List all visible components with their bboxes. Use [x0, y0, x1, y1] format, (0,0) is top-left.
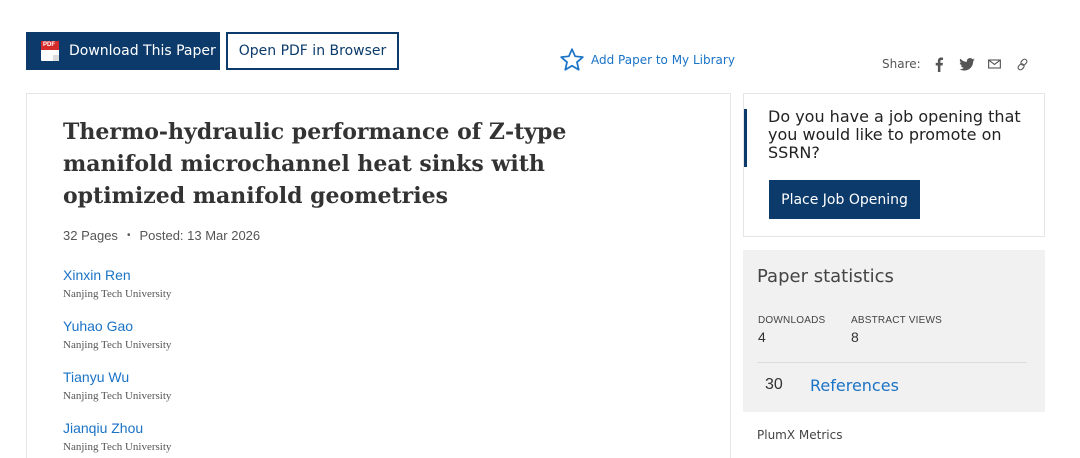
author-affiliation: Nanjing Tech University	[63, 390, 172, 402]
place-job-button[interactable]: Place Job Opening	[769, 180, 920, 219]
abstract-views-label: ABSTRACT VIEWS	[851, 315, 942, 326]
share-bar: Share:	[882, 56, 1043, 72]
download-paper-button[interactable]: PDF Download This Paper	[26, 32, 220, 70]
twitter-icon[interactable]	[958, 56, 975, 72]
paper-card: Thermo-hydraulic performance of Z-type m…	[26, 93, 731, 458]
author-item: Xinxin Ren Nanjing Tech University	[63, 267, 171, 318]
paper-statistics-card: Paper statistics DOWNLOADS 4 ABSTRACT VI…	[743, 250, 1045, 412]
author-name-link[interactable]: Yuhao Gao	[63, 318, 171, 335]
downloads-label: DOWNLOADS	[758, 315, 826, 326]
author-list: Xinxin Ren Nanjing Tech University Yuhao…	[63, 267, 171, 458]
download-paper-label: Download This Paper	[69, 43, 216, 59]
plumx-metrics-label: PlumX Metrics	[757, 428, 843, 442]
posted-date: Posted: 13 Mar 2026	[139, 228, 261, 243]
job-accent-bar	[744, 109, 747, 167]
author-affiliation: Nanjing Tech University	[63, 339, 172, 351]
facebook-icon[interactable]	[931, 56, 947, 72]
author-name-link[interactable]: Xinxin Ren	[63, 267, 171, 284]
author-item: Tianyu Wu Nanjing Tech University	[63, 369, 171, 420]
add-to-library-label: Add Paper to My Library	[591, 53, 735, 67]
open-pdf-button[interactable]: Open PDF in Browser	[226, 32, 399, 70]
downloads-value: 4	[758, 329, 766, 345]
references-link[interactable]: References	[810, 376, 899, 395]
page-count: 32 Pages	[63, 228, 118, 243]
pdf-icon-text: PDF	[43, 42, 55, 48]
author-affiliation: Nanjing Tech University	[63, 288, 172, 300]
add-to-library-link[interactable]: Add Paper to My Library	[559, 47, 735, 73]
job-promo-card: Do you have a job opening that you would…	[743, 93, 1045, 237]
author-item: Yuhao Gao Nanjing Tech University	[63, 318, 171, 369]
author-name-link[interactable]: Jianqiu Zhou	[63, 420, 171, 437]
author-item: Jianqiu Zhou Nanjing Tech University	[63, 420, 171, 458]
paper-title: Thermo-hydraulic performance of Z-type m…	[63, 119, 567, 209]
pdf-icon: PDF	[41, 41, 59, 61]
meta-separator: •	[126, 230, 131, 241]
references-count: 30	[765, 376, 783, 393]
author-affiliation: Nanjing Tech University	[63, 441, 172, 453]
star-icon	[560, 48, 584, 71]
share-label: Share:	[882, 57, 921, 71]
stats-divider	[757, 362, 1027, 363]
stats-title: Paper statistics	[757, 266, 894, 287]
author-name-link[interactable]: Tianyu Wu	[63, 369, 171, 386]
paper-meta: 32 Pages • Posted: 13 Mar 2026	[63, 228, 260, 243]
job-promo-text: Do you have a job opening that you would…	[768, 107, 1021, 162]
abstract-views-value: 8	[851, 329, 859, 345]
link-icon[interactable]	[1015, 56, 1031, 72]
email-icon[interactable]	[987, 56, 1003, 72]
